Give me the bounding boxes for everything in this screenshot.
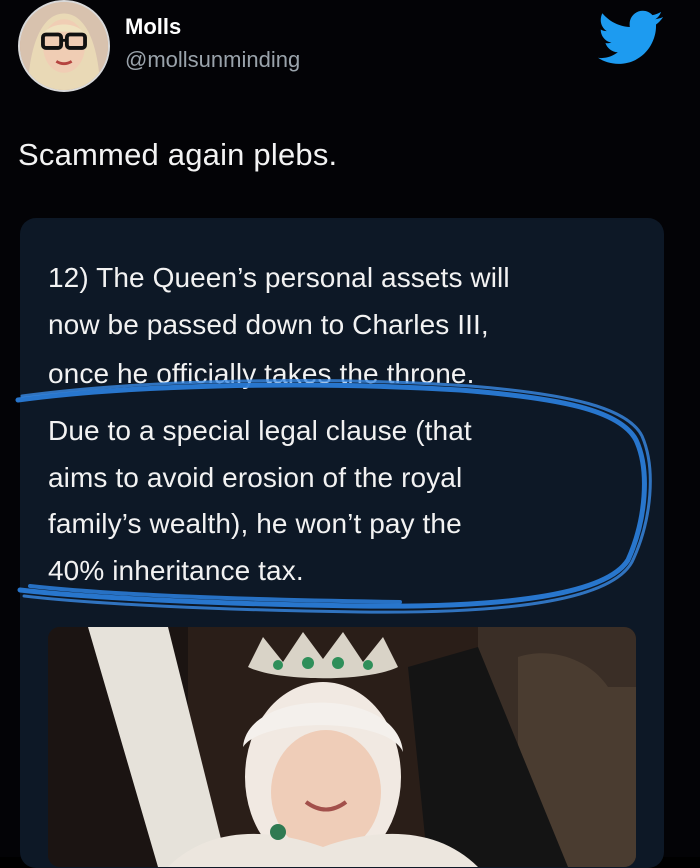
tweet-screenshot: Molls @mollsunminding Scammed again pleb… bbox=[0, 0, 700, 868]
tweet-text: Scammed again plebs. bbox=[18, 137, 338, 172]
author-name[interactable]: Molls bbox=[125, 14, 181, 40]
queen-photo[interactable] bbox=[48, 627, 636, 867]
quoted-line-4: Due to a special legal clause (that bbox=[48, 415, 472, 446]
author-avatar[interactable] bbox=[18, 0, 110, 92]
twitter-bird-icon[interactable] bbox=[598, 10, 664, 66]
queen-photo-image bbox=[48, 627, 636, 867]
avatar-image bbox=[20, 2, 108, 90]
quoted-line-2: now be passed down to Charles III, bbox=[48, 309, 489, 340]
quoted-line-5: aims to avoid erosion of the royal bbox=[48, 462, 463, 493]
quoted-line-6: family’s wealth), he won’t pay the bbox=[48, 508, 462, 539]
quoted-line-1: 12) The Queen’s personal assets will bbox=[48, 262, 510, 293]
author-handle[interactable]: @mollsunminding bbox=[125, 47, 300, 73]
quoted-line-3: once he officially takes the throne. bbox=[48, 358, 475, 389]
quoted-line-7: 40% inheritance tax. bbox=[48, 555, 304, 586]
